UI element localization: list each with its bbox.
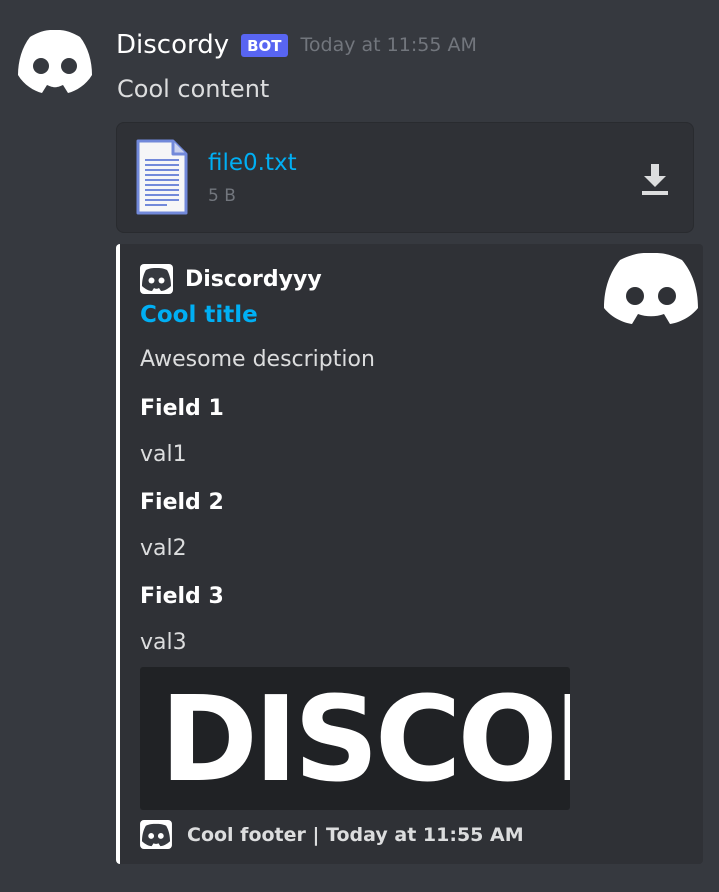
file-attachment: file0.txt 5 B: [116, 122, 694, 233]
embed-thumbnail-discord-logo-icon[interactable]: [602, 252, 700, 326]
embed-title-link[interactable]: Cool title: [140, 302, 258, 328]
bot-avatar-icon[interactable]: [16, 27, 94, 95]
message-timestamp: Today at 11:55 AM: [300, 34, 477, 56]
chat-message: Discordy BOT Today at 11:55 AM Cool cont…: [0, 0, 719, 892]
embed-field-value: val1: [140, 442, 187, 467]
embed-image-wordmark: DISCOR: [160, 675, 570, 803]
rich-embed: Discordyyy Cool title Awesome descriptio…: [116, 244, 703, 864]
file-name-link[interactable]: file0.txt: [208, 150, 297, 176]
message-content: Cool content: [117, 75, 270, 103]
file-size: 5 B: [208, 186, 236, 206]
embed-field-value: val2: [140, 536, 187, 561]
author-name[interactable]: Discordy: [116, 30, 229, 60]
embed-field-name: Field 1: [140, 396, 224, 421]
download-icon[interactable]: [637, 161, 673, 197]
text-file-icon: [136, 139, 188, 215]
embed-author: Discordyyy: [140, 264, 322, 294]
message-header: Discordy BOT Today at 11:55 AM: [116, 30, 477, 60]
embed-footer-text: Cool footer | Today at 11:55 AM: [187, 823, 524, 846]
embed-field-value: val3: [140, 630, 187, 655]
embed-footer-icon: [140, 820, 172, 849]
embed-image[interactable]: DISCOR: [140, 667, 570, 810]
embed-field-name: Field 2: [140, 490, 224, 515]
embed-footer: Cool footer | Today at 11:55 AM: [140, 820, 524, 849]
embed-description: Awesome description: [140, 347, 375, 372]
embed-field-name: Field 3: [140, 584, 224, 609]
bot-badge: BOT: [241, 33, 288, 57]
embed-author-icon: [140, 264, 173, 294]
embed-author-name[interactable]: Discordyyy: [185, 267, 322, 292]
